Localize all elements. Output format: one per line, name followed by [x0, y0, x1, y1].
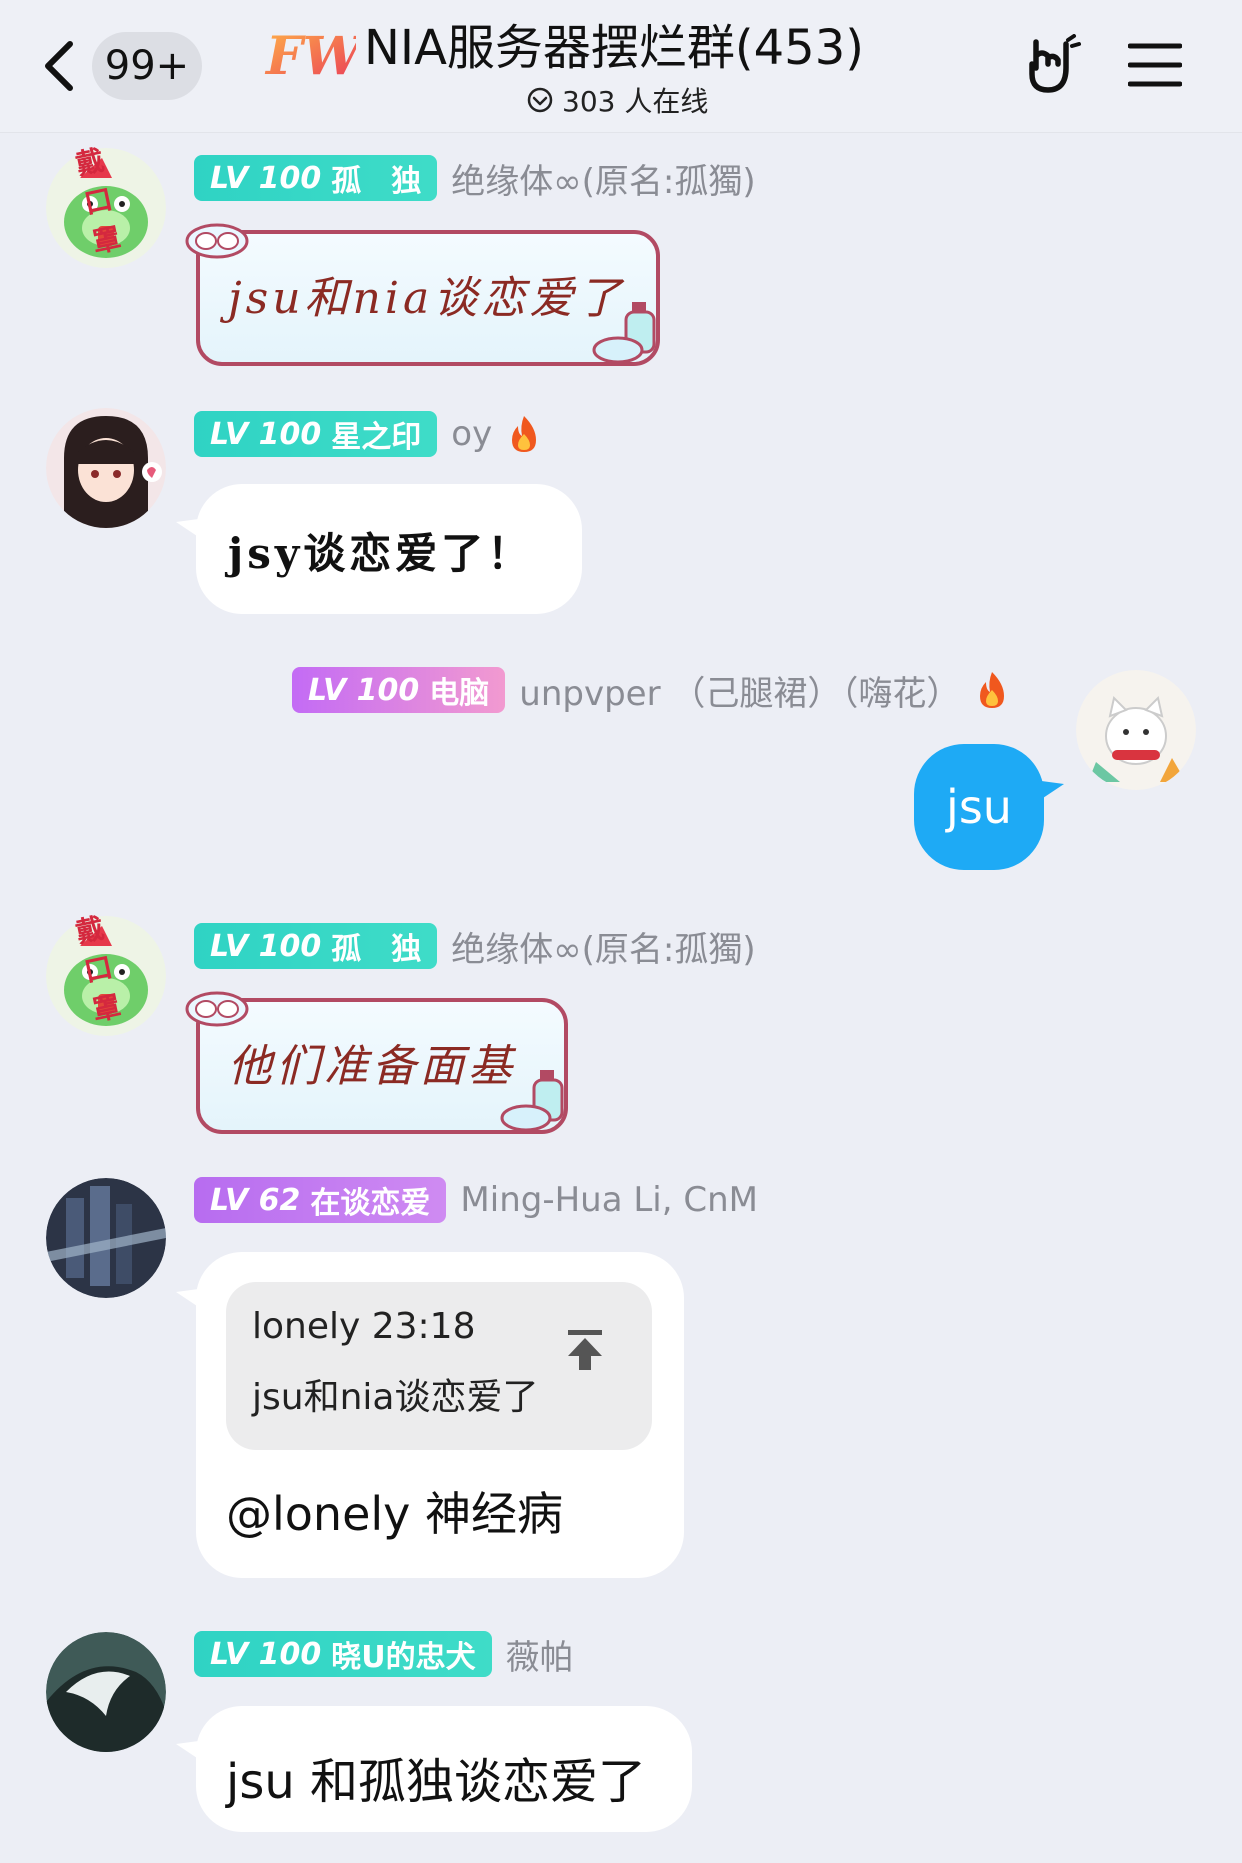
- quote-text: jsu和nia谈恋爱了: [252, 1377, 539, 1418]
- badge-title: 晓U的忠犬: [331, 1640, 476, 1675]
- level-badge: LV 62 在谈恋爱: [194, 1177, 447, 1223]
- message-bubble[interactable]: jsy谈恋爱了！: [196, 484, 582, 614]
- sender-nickname[interactable]: Ming-Hua Li, CnM: [460, 1180, 758, 1220]
- sender-meta: LV 100 孤 独 绝缘体∞(原名:孤獨): [194, 922, 756, 970]
- level-text: LV 100: [210, 928, 322, 964]
- level-text: LV 62: [210, 1182, 301, 1218]
- goggle-decoration-icon: [185, 223, 249, 259]
- avatar[interactable]: [46, 408, 166, 528]
- online-count-text: 303 人在线: [562, 85, 709, 118]
- sender-nickname[interactable]: unpvper （己腿裙）（嗨花）: [519, 666, 960, 715]
- message-bubble[interactable]: lonely 23:18 jsu和nia谈恋爱了 @lonely 神经病: [196, 1252, 684, 1578]
- hamburger-menu-icon[interactable]: [1128, 40, 1182, 90]
- avatar[interactable]: [46, 1178, 166, 1298]
- sender-meta: LV 100 晓U的忠犬 薇帕: [194, 1630, 574, 1678]
- sender-meta: LV 62 在谈恋爱 Ming-Hua Li, CnM: [194, 1176, 758, 1224]
- message-text: jsu和nia谈恋爱了: [228, 273, 626, 324]
- message-text: @lonely 神经病: [226, 1487, 564, 1541]
- fire-icon: [980, 672, 1005, 708]
- fire-icon: [512, 416, 537, 452]
- rock-hand-icon[interactable]: [1022, 34, 1082, 96]
- badge-title: 星之印: [331, 420, 422, 455]
- badge-title: 孤 独: [331, 932, 422, 967]
- sender-meta: LV 100 电脑 unpvper （己腿裙）（嗨花）: [292, 666, 1010, 714]
- quote-author-time: lonely 23:18: [252, 1306, 476, 1347]
- level-text: LV 100: [210, 416, 322, 452]
- level-badge: LV 100 晓U的忠犬: [194, 1631, 492, 1677]
- unread-count-badge[interactable]: 99+: [92, 32, 202, 100]
- avatar[interactable]: [1076, 670, 1196, 790]
- online-status: 303 人在线: [526, 80, 708, 120]
- level-text: LV 100: [210, 160, 322, 196]
- soap-bottle-decoration-icon: [500, 1070, 564, 1132]
- message-bubble[interactable]: jsu: [914, 744, 1044, 870]
- sender-nickname[interactable]: 绝缘体∞(原名:孤獨): [451, 154, 755, 203]
- sender-nickname[interactable]: oy: [451, 414, 492, 454]
- level-badge: LV 100 星之印: [194, 411, 438, 457]
- group-logo-icon: FW: [264, 26, 356, 84]
- message-bubble[interactable]: jsu 和孤独谈恋爱了: [196, 1706, 692, 1832]
- chat-header: 99+ FW NIA服务器摆烂群(453) 303 人在线: [0, 0, 1242, 133]
- arrow-to-top-icon[interactable]: [564, 1328, 606, 1372]
- sender-meta: LV 100 星之印 oy: [194, 410, 542, 458]
- level-badge: LV 100 孤 独: [194, 155, 438, 201]
- level-text: LV 100: [308, 672, 420, 708]
- message-text: 他们准备面基: [228, 1041, 516, 1092]
- sender-meta: LV 100 孤 独 绝缘体∞(原名:孤獨): [194, 154, 756, 202]
- badge-title: 电脑: [429, 676, 490, 711]
- quoted-message[interactable]: lonely 23:18 jsu和nia谈恋爱了: [226, 1282, 652, 1450]
- goggle-decoration-icon: [185, 991, 249, 1027]
- message-text: jsu 和孤独谈恋爱了: [226, 1754, 647, 1810]
- check-circle-icon: [527, 87, 553, 113]
- sender-nickname[interactable]: 薇帕: [506, 1630, 574, 1679]
- soap-bottle-decoration-icon: [592, 302, 656, 364]
- chevron-left-icon[interactable]: [40, 38, 80, 94]
- group-title[interactable]: NIA服务器摆烂群(453): [364, 16, 924, 80]
- avatar[interactable]: [46, 1632, 166, 1752]
- level-text: LV 100: [210, 1636, 322, 1672]
- badge-title: 孤 独: [331, 164, 422, 199]
- level-badge: LV 100 孤 独: [194, 923, 438, 969]
- svg-text:FW: FW: [264, 26, 356, 84]
- level-badge: LV 100 电脑: [292, 667, 506, 713]
- sender-nickname[interactable]: 绝缘体∞(原名:孤獨): [451, 922, 755, 971]
- badge-title: 在谈恋爱: [310, 1186, 431, 1221]
- message-text: jsy谈恋爱了！: [228, 529, 534, 578]
